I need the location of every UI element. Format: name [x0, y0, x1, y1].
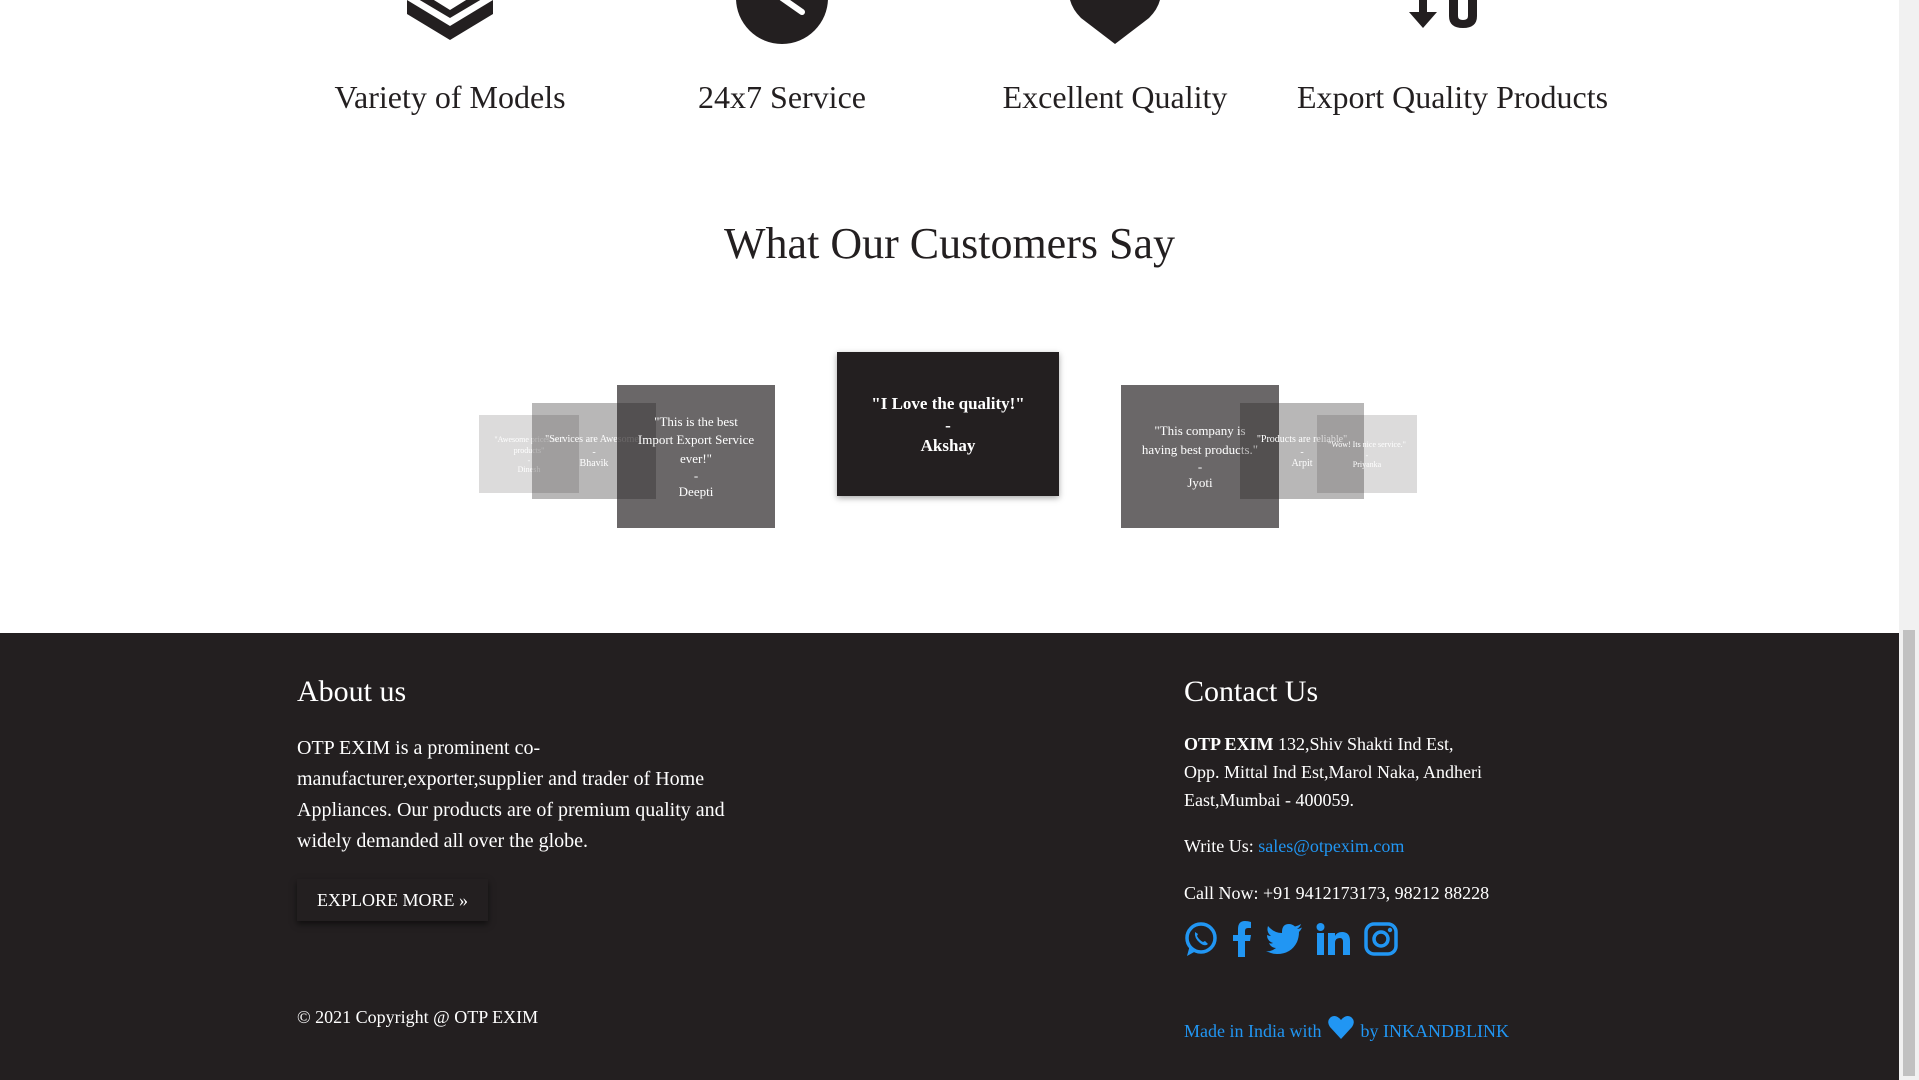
heart-icon: [1069, 0, 1161, 49]
testimonial-name: Bhavik: [579, 458, 609, 469]
social-links: [1184, 921, 1398, 962]
about-text: OTP EXIM is a prominent co-manufacturer,…: [297, 737, 725, 852]
scrollbar[interactable]: [1899, 0, 1919, 1080]
company-name: OTP EXIM: [1184, 734, 1274, 754]
testimonials-title: What Our Customers Say: [724, 219, 1175, 268]
contact-email-row: Write Us: sales@otpexim.com: [1184, 832, 1404, 860]
heart-icon: [1328, 1015, 1354, 1044]
testimonial-dash: -: [1365, 450, 1369, 460]
write-us-label: Write Us:: [1184, 836, 1254, 856]
page: Variety of Models 24x7 Service Excellent…: [0, 0, 1899, 1080]
testimonial-dash: -: [1300, 447, 1304, 458]
call-now-label: Call Now:: [1184, 883, 1259, 903]
about-heading: About us: [297, 675, 407, 708]
testimonial-name: Deepti: [678, 483, 714, 499]
contact-phone-row: Call Now: +91 9412173173, 98212 88228: [1184, 879, 1489, 907]
explore-more-button[interactable]: EXPLORE MORE »: [297, 879, 489, 921]
testimonial-dash: -: [945, 415, 951, 435]
feature-label: Excellent Quality: [1002, 79, 1228, 115]
testimonial-card[interactable]: "Wow! Its nice service." - Priyanka: [1317, 415, 1417, 493]
email-link[interactable]: sales@otpexim.com: [1258, 836, 1404, 856]
testimonial-dash: -: [527, 456, 531, 466]
linkedin-icon[interactable]: [1316, 923, 1350, 960]
inkandblink-link[interactable]: by INKANDBLINK: [1360, 1021, 1508, 1041]
feature-label: Export Quality Products: [1297, 79, 1609, 115]
phone-text: +91 9412173173, 98212 88228: [1263, 883, 1490, 903]
copyright-text: © 2021 Copyright @ OTP EXIM: [297, 1007, 539, 1027]
testimonial-dash: -: [693, 467, 699, 483]
testimonial-name: Priyanka: [1352, 459, 1382, 469]
testimonial-name: Jyoti: [1187, 474, 1213, 490]
clock-icon: [734, 0, 830, 51]
twitter-icon[interactable]: [1266, 924, 1302, 959]
testimonial-dash: -: [1197, 458, 1203, 474]
scrollbar-thumb[interactable]: [1903, 630, 1915, 1076]
testimonial-quote: "I Love the quality!": [871, 394, 1025, 414]
contact-address: OTP EXIM 132,Shiv Shakti Ind Est, Opp. M…: [1184, 730, 1484, 814]
instagram-icon[interactable]: [1364, 922, 1398, 961]
testimonial-dash: -: [592, 447, 596, 458]
testimonial-card-active[interactable]: "I Love the quality!" - Akshay: [837, 352, 1059, 496]
layers-icon: [407, 0, 493, 49]
feature-label: Variety of Models: [334, 79, 566, 115]
sort-icon: [1405, 0, 1489, 41]
testimonial-card[interactable]: "This is the best Import Export Service …: [617, 385, 775, 528]
made-in-india: Made in India with by INKANDBLINK: [1184, 1015, 1509, 1044]
facebook-icon[interactable]: [1232, 921, 1252, 962]
testimonial-quote: "This is the best Import Export Service …: [637, 414, 755, 466]
made-prefix: Made in India with: [1184, 1021, 1322, 1041]
footer: About us OTP EXIM is a prominent co-manu…: [0, 633, 1899, 1080]
feature-label: 24x7 Service: [698, 79, 866, 115]
whatsapp-icon[interactable]: [1184, 921, 1218, 962]
testimonial-name: Akshay: [920, 435, 976, 455]
contact-heading: Contact Us: [1184, 675, 1319, 708]
testimonial-quote: "Wow! Its nice service.": [1328, 440, 1406, 450]
testimonial-name: Arpit: [1291, 458, 1313, 469]
